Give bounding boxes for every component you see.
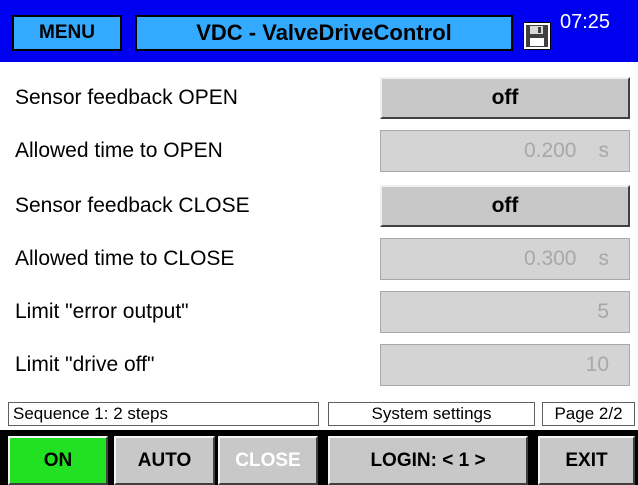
auto-button[interactable]: AUTO xyxy=(114,436,215,485)
allowed-time-open-value: 0.200 xyxy=(523,139,577,162)
limit-drive-off-field[interactable]: 10 xyxy=(380,344,630,386)
page-title: VDC - ValveDriveControl xyxy=(135,15,513,51)
limit-drive-off-label: Limit "drive off" xyxy=(15,353,155,376)
row-allowed-time-open: Allowed time to OPEN 0.200 s xyxy=(0,119,638,182)
floppy-disk-icon[interactable] xyxy=(523,22,551,50)
status-page: Page 2/2 xyxy=(542,402,635,426)
status-section: System settings xyxy=(328,402,535,426)
sensor-feedback-close-toggle[interactable]: off xyxy=(380,185,630,227)
allowed-time-open-unit: s xyxy=(598,139,610,162)
allowed-time-close-field[interactable]: 0.300 s xyxy=(380,238,630,280)
limit-drive-off-value: 10 xyxy=(585,353,609,376)
allowed-time-close-value: 0.300 xyxy=(523,247,577,270)
clock-time: 07:25 xyxy=(560,11,611,33)
allowed-time-close-unit: s xyxy=(598,247,610,270)
allowed-time-open-label: Allowed time to OPEN xyxy=(15,139,223,162)
header-bar: MENU VDC - ValveDriveControl 07:25 xyxy=(0,0,638,62)
limit-error-output-value: 5 xyxy=(597,300,609,323)
allowed-time-open-field[interactable]: 0.200 s xyxy=(380,130,630,172)
close-button[interactable]: CLOSE xyxy=(218,436,318,485)
status-sequence: Sequence 1: 2 steps xyxy=(8,402,319,426)
on-button[interactable]: ON xyxy=(8,436,108,485)
menu-button[interactable]: MENU xyxy=(12,15,122,51)
row-limit-drive-off: Limit "drive off" 10 xyxy=(0,333,638,396)
login-button[interactable]: LOGIN: < 1 > xyxy=(328,436,528,485)
sensor-feedback-open-toggle[interactable]: off xyxy=(380,77,630,119)
exit-button[interactable]: EXIT xyxy=(538,436,635,485)
limit-error-output-field[interactable]: 5 xyxy=(380,291,630,333)
